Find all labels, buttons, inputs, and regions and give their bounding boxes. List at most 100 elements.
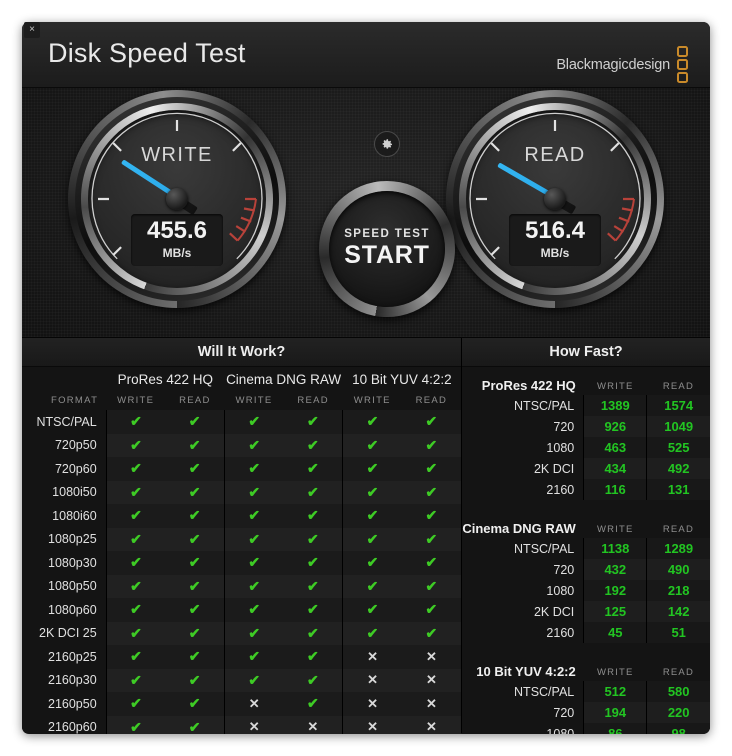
support-check-icon: ✔ bbox=[342, 457, 402, 481]
format-label: 720p50 bbox=[54, 438, 97, 453]
write-speed-value: 434 bbox=[583, 458, 647, 479]
support-cross-icon: ✕ bbox=[401, 715, 461, 734]
table-row: NTSC/PAL 1389 1574 bbox=[462, 395, 710, 416]
table-row: 2160p60 ✔ ✔ ✕ ✕ ✕ ✕ bbox=[22, 715, 461, 734]
section-name: Cinema DNG RAW bbox=[462, 521, 576, 536]
table-row: 1080p60 ✔ ✔ ✔ ✔ ✔ ✔ bbox=[22, 598, 461, 622]
gear-icon bbox=[382, 138, 392, 149]
support-check-icon: ✔ bbox=[165, 621, 225, 645]
write-speed-value: 45 bbox=[583, 622, 647, 643]
support-check-icon: ✔ bbox=[223, 410, 284, 434]
read-speed-value: 492 bbox=[646, 458, 710, 479]
resolution-label: NTSC/PAL bbox=[514, 684, 575, 699]
support-check-icon: ✔ bbox=[105, 621, 166, 645]
write-unit: MB/s bbox=[162, 246, 192, 260]
will-it-work-title: Will It Work? bbox=[22, 338, 461, 367]
resolution-label: 2160 bbox=[546, 625, 575, 640]
support-check-icon: ✔ bbox=[223, 668, 284, 692]
resolution-label: 720 bbox=[553, 419, 575, 434]
table-row: 2K DCI 25 ✔ ✔ ✔ ✔ ✔ ✔ bbox=[22, 621, 461, 645]
support-check-icon: ✔ bbox=[342, 621, 402, 645]
support-check-icon: ✔ bbox=[105, 668, 166, 692]
write-readout: 455.6 MB/s bbox=[131, 214, 223, 266]
write-gauge-label: WRITE bbox=[141, 144, 213, 166]
resolution-label: NTSC/PAL bbox=[514, 398, 575, 413]
table-row: 2160p50 ✔ ✔ ✕ ✔ ✕ ✕ bbox=[22, 692, 461, 716]
table-row: 1080p30 ✔ ✔ ✔ ✔ ✔ ✔ bbox=[22, 551, 461, 575]
support-check-icon: ✔ bbox=[105, 692, 166, 716]
write-speed-value: 194 bbox=[583, 702, 647, 723]
support-check-icon: ✔ bbox=[401, 621, 461, 645]
read-gauge: READ 516.4 MB/s bbox=[446, 90, 664, 308]
table-row: 720p50 ✔ ✔ ✔ ✔ ✔ ✔ bbox=[22, 433, 461, 457]
read-value: 516.4 bbox=[524, 217, 586, 244]
support-check-icon: ✔ bbox=[283, 692, 343, 716]
format-label: 2160p25 bbox=[48, 649, 97, 664]
section-read-header: READ bbox=[662, 381, 695, 392]
table-row: 2160p25 ✔ ✔ ✔ ✔ ✕ ✕ bbox=[22, 645, 461, 669]
group-header-prores: ProRes 422 HQ bbox=[117, 371, 213, 387]
start-speed-test-button[interactable]: SPEED TEST START bbox=[319, 181, 455, 317]
table-row: 720 926 1049 bbox=[462, 416, 710, 437]
support-cross-icon: ✕ bbox=[223, 692, 284, 716]
section-name: ProRes 422 HQ bbox=[481, 378, 576, 393]
support-check-icon: ✔ bbox=[105, 504, 166, 528]
format-column-header: FORMAT bbox=[50, 395, 99, 406]
format-label: 1080i60 bbox=[52, 508, 97, 523]
write-speed-value: 125 bbox=[583, 601, 647, 622]
section-read-header: READ bbox=[662, 667, 695, 678]
will-it-work-head: ProRes 422 HQ Cinema DNG RAW 10 Bit YUV … bbox=[22, 367, 461, 410]
support-check-icon: ✔ bbox=[165, 504, 225, 528]
support-cross-icon: ✕ bbox=[342, 668, 402, 692]
section-write-header: WRITE bbox=[596, 381, 634, 392]
support-check-icon: ✔ bbox=[283, 504, 343, 528]
support-cross-icon: ✕ bbox=[342, 692, 402, 716]
support-check-icon: ✔ bbox=[401, 457, 461, 481]
support-check-icon: ✔ bbox=[283, 551, 343, 575]
support-check-icon: ✔ bbox=[283, 457, 343, 481]
how-fast-section-header: ProRes 422 HQ WRITE READ bbox=[462, 369, 710, 395]
cinemadng-read-header: READ bbox=[297, 395, 329, 406]
write-gauge: WRITE 455.6 MB/s bbox=[68, 90, 286, 308]
write-gauge-face: WRITE 455.6 MB/s bbox=[88, 110, 266, 288]
resolution-label: 1080 bbox=[546, 726, 575, 735]
write-needle-hub bbox=[166, 188, 188, 210]
format-label: 1080p30 bbox=[48, 555, 97, 570]
how-fast-panel: How Fast? ProRes 422 HQ WRITE READ NTSC/PAL… bbox=[462, 338, 710, 734]
table-row: NTSC/PAL 512 580 bbox=[462, 681, 710, 702]
will-it-work-panel: Will It Work? ProRes 422 HQ Cinema DNG R… bbox=[22, 338, 462, 734]
results-area: Will It Work? ProRes 422 HQ Cinema DNG R… bbox=[22, 338, 710, 734]
format-label: 1080p50 bbox=[48, 579, 97, 594]
support-check-icon: ✔ bbox=[342, 504, 402, 528]
format-label: NTSC/PAL bbox=[36, 414, 97, 429]
how-fast-table: ProRes 422 HQ WRITE READ NTSC/PAL 1389 1574 72… bbox=[462, 369, 710, 734]
close-window-button[interactable]: × bbox=[24, 22, 40, 38]
table-row: 720 194 220 bbox=[462, 702, 710, 723]
format-label: 2160p60 bbox=[48, 720, 97, 734]
support-check-icon: ✔ bbox=[105, 457, 166, 481]
write-speed-value: 1138 bbox=[583, 538, 647, 559]
support-check-icon: ✔ bbox=[165, 715, 225, 734]
support-check-icon: ✔ bbox=[105, 480, 166, 504]
read-speed-value: 490 bbox=[646, 559, 710, 580]
write-speed-value: 192 bbox=[583, 580, 647, 601]
support-check-icon: ✔ bbox=[105, 598, 166, 622]
table-row: NTSC/PAL 1138 1289 bbox=[462, 538, 710, 559]
resolution-label: NTSC/PAL bbox=[514, 541, 575, 556]
will-it-work-body: NTSC/PAL ✔ ✔ ✔ ✔ ✔ ✔ 720p50 ✔ ✔ ✔ ✔ ✔ ✔ 720p60 ✔ ✔ ✔ ✔ ✔ ✔ 10… bbox=[22, 410, 461, 734]
read-speed-value: 131 bbox=[646, 479, 710, 500]
table-row: 1080i60 ✔ ✔ ✔ ✔ ✔ ✔ bbox=[22, 504, 461, 528]
support-check-icon: ✔ bbox=[223, 645, 284, 669]
yuv-write-header: WRITE bbox=[353, 395, 391, 406]
settings-button[interactable] bbox=[374, 131, 400, 157]
support-check-icon: ✔ bbox=[342, 551, 402, 575]
format-label: 720p60 bbox=[54, 461, 97, 476]
read-speed-value: 220 bbox=[646, 702, 710, 723]
table-row: 2K DCI 434 492 bbox=[462, 458, 710, 479]
cinemadng-write-header: WRITE bbox=[235, 395, 273, 406]
support-check-icon: ✔ bbox=[165, 574, 225, 598]
support-cross-icon: ✕ bbox=[401, 645, 461, 669]
support-check-icon: ✔ bbox=[165, 598, 225, 622]
format-label: 2160p30 bbox=[48, 673, 97, 688]
support-check-icon: ✔ bbox=[401, 527, 461, 551]
